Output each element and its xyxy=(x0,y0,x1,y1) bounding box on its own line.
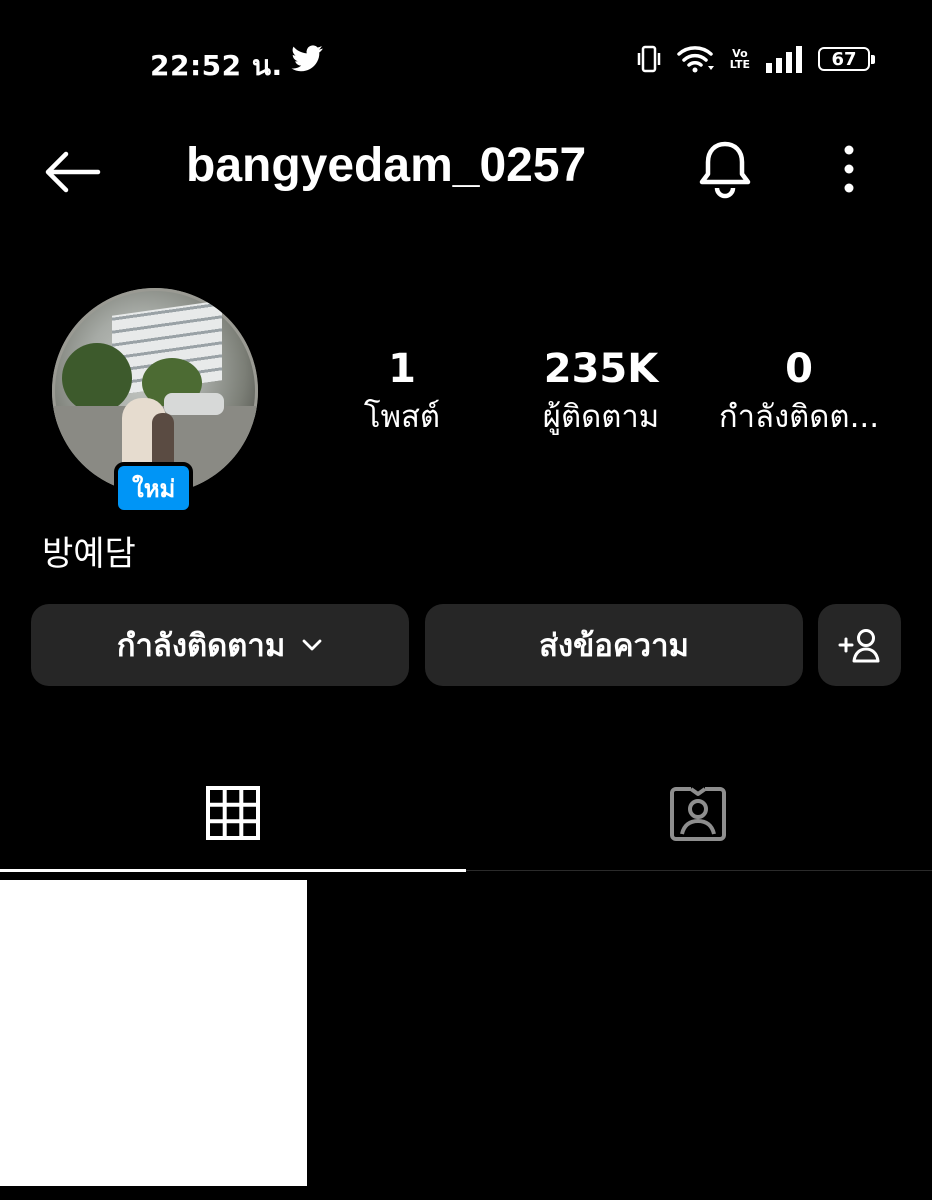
stat-followers[interactable]: 235K ผู้ติดตาม xyxy=(520,344,682,440)
more-vertical-icon[interactable] xyxy=(830,140,868,198)
vibrate-icon xyxy=(637,45,661,73)
twitter-icon xyxy=(291,45,323,72)
following-button-label: กำลังติดตาม xyxy=(116,628,286,664)
battery-icon: 67 xyxy=(818,47,875,71)
stat-followers-value: 235K xyxy=(543,346,659,392)
stat-posts-label: โพสต์ xyxy=(363,399,441,435)
new-story-badge: ใหม่ xyxy=(114,462,194,514)
stat-following-value: 0 xyxy=(785,346,813,392)
active-tab-indicator xyxy=(0,869,466,872)
battery-level: 67 xyxy=(831,48,857,70)
chevron-down-icon xyxy=(302,639,322,651)
stat-posts-value: 1 xyxy=(388,346,416,392)
wifi-icon xyxy=(677,46,714,73)
stat-following-label: กำลังติดต... xyxy=(718,399,880,435)
add-person-button[interactable] xyxy=(818,604,901,686)
stat-following[interactable]: 0 กำลังติดต... xyxy=(708,344,890,440)
profile-username: bangyedam_0257 xyxy=(186,139,587,192)
signal-icon xyxy=(766,46,802,73)
back-arrow-icon[interactable] xyxy=(40,140,104,204)
tagged-icon[interactable] xyxy=(668,784,728,842)
tab-divider xyxy=(466,870,932,871)
stat-posts[interactable]: 1 โพสต์ xyxy=(352,344,452,440)
status-time: 22:52 น. xyxy=(150,49,283,82)
volte-icon: Vo LTE xyxy=(729,47,750,71)
stat-followers-label: ผู้ติดตาม xyxy=(542,399,660,435)
post-thumbnail[interactable] xyxy=(0,880,307,1186)
following-button[interactable]: กำลังติดตาม xyxy=(31,604,409,686)
message-button-label: ส่งข้อความ xyxy=(539,628,689,664)
message-button[interactable]: ส่งข้อความ xyxy=(425,604,803,686)
status-icons: Vo LTE 67 xyxy=(636,42,875,76)
bell-icon[interactable] xyxy=(696,138,754,200)
display-name: 방예담 xyxy=(42,534,136,574)
grid-icon[interactable] xyxy=(206,786,260,840)
add-person-icon xyxy=(838,629,879,663)
